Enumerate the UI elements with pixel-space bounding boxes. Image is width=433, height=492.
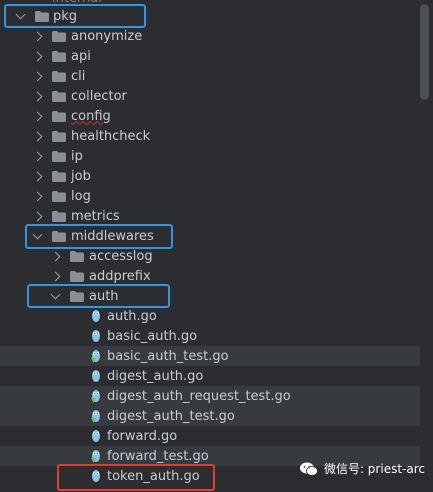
tree-row-healthcheck[interactable]: healthcheck	[0, 126, 420, 146]
chevron-right-icon[interactable]	[32, 131, 43, 141]
file-label: digest_auth_test.go	[107, 408, 235, 424]
folder-icon	[52, 130, 66, 142]
tree-row-middlewares[interactable]: middlewares	[0, 226, 420, 246]
chevron-down-icon[interactable]	[50, 289, 61, 300]
folder-icon	[52, 190, 66, 202]
chevron-right-icon[interactable]	[32, 151, 43, 161]
tree-row-file[interactable]: basic_auth.go	[0, 326, 420, 346]
chevron-right-icon[interactable]	[50, 251, 61, 261]
folder-icon	[52, 90, 66, 102]
watermark: 微信号: priest-arc	[299, 460, 425, 477]
chevron-right-icon[interactable]	[50, 271, 61, 281]
chevron-right-icon[interactable]	[32, 31, 43, 41]
go-file-icon	[91, 369, 101, 383]
folder-icon	[52, 30, 66, 42]
wechat-icon	[299, 462, 318, 476]
file-label: basic_auth.go	[107, 328, 198, 344]
folder-icon	[52, 110, 66, 122]
folder-label: log	[71, 188, 91, 204]
tree-row-anonymize[interactable]: anonymize	[0, 26, 420, 46]
project-tree: internal pkg anonymize api cli collector…	[0, 0, 433, 492]
file-label: basic_auth_test.go	[107, 348, 229, 364]
scrollbar-thumb[interactable]	[420, 4, 429, 100]
chevron-right-icon[interactable]	[32, 191, 43, 201]
tree-row-metrics[interactable]: metrics	[0, 206, 420, 226]
folder-label: accesslog	[89, 248, 153, 264]
go-file-icon	[91, 329, 101, 343]
folder-label: addprefix	[89, 268, 151, 284]
folder-label: internal	[52, 0, 102, 6]
tree-row-cli[interactable]: cli	[0, 66, 420, 86]
file-label: token_auth.go	[107, 468, 200, 484]
tree-row-log[interactable]: log	[0, 186, 420, 206]
go-file-icon	[91, 469, 101, 483]
chevron-right-icon[interactable]	[32, 71, 43, 81]
folder-label: healthcheck	[71, 128, 151, 144]
folder-icon	[52, 170, 66, 182]
chevron-right-icon[interactable]	[32, 51, 43, 61]
file-label: auth.go	[107, 308, 157, 324]
go-test-file-icon	[91, 349, 101, 363]
tree-row-file[interactable]: digest_auth.go	[0, 366, 420, 386]
folder-label: config	[71, 108, 111, 124]
folder-icon	[70, 270, 84, 282]
tree-row-pkg[interactable]: pkg	[0, 6, 420, 26]
file-label: forward.go	[107, 428, 178, 444]
file-label: forward_test.go	[107, 448, 209, 464]
tree-row-test-file[interactable]: digest_auth_test.go	[0, 406, 420, 426]
folder-icon	[70, 290, 84, 302]
folder-icon	[35, 10, 49, 22]
folder-label: pkg	[53, 8, 78, 24]
folder-icon	[52, 70, 66, 82]
watermark-text: 微信号: priest-arc	[323, 462, 425, 476]
chevron-down-icon[interactable]	[32, 229, 43, 240]
folder-label: job	[71, 168, 91, 184]
tree-row-accesslog[interactable]: accesslog	[0, 246, 420, 266]
folder-label: cli	[71, 68, 86, 84]
tree-row-file[interactable]: auth.go	[0, 306, 420, 326]
tree-row-file[interactable]: forward.go	[0, 426, 420, 446]
tree-row-config[interactable]: config	[0, 106, 420, 126]
folder-icon	[52, 150, 66, 162]
file-label: digest_auth_request_test.go	[107, 388, 291, 404]
chevron-down-icon[interactable]	[15, 9, 26, 20]
folder-label: metrics	[71, 208, 120, 224]
folder-icon	[70, 250, 84, 262]
chevron-right-icon[interactable]	[32, 91, 43, 101]
go-file-icon	[91, 429, 101, 443]
chevron-right-icon[interactable]	[32, 171, 43, 181]
tree-row-job[interactable]: job	[0, 166, 420, 186]
tree-row-auth[interactable]: auth	[0, 286, 420, 306]
chevron-right-icon[interactable]	[32, 111, 43, 121]
folder-label: auth	[89, 288, 119, 304]
folder-label: middlewares	[71, 228, 154, 244]
tree-row-ip[interactable]: ip	[0, 146, 420, 166]
go-file-icon	[91, 309, 101, 323]
go-test-file-icon	[91, 389, 101, 403]
folder-icon	[52, 210, 66, 222]
tree-row-test-file[interactable]: basic_auth_test.go	[0, 346, 420, 366]
folder-label: api	[71, 48, 91, 64]
chevron-right-icon[interactable]	[32, 211, 43, 221]
folder-label: ip	[71, 148, 83, 164]
tree-row-collector[interactable]: collector	[0, 86, 420, 106]
file-label: digest_auth.go	[107, 368, 204, 384]
tree-row-api[interactable]: api	[0, 46, 420, 66]
tree-row-addprefix[interactable]: addprefix	[0, 266, 420, 286]
folder-label: collector	[71, 88, 127, 104]
go-test-file-icon	[91, 409, 101, 423]
go-test-file-icon	[91, 449, 101, 463]
folder-label: anonymize	[71, 28, 143, 44]
folder-icon	[52, 50, 66, 62]
tree-row-test-file[interactable]: digest_auth_request_test.go	[0, 386, 420, 406]
folder-icon	[52, 230, 66, 242]
